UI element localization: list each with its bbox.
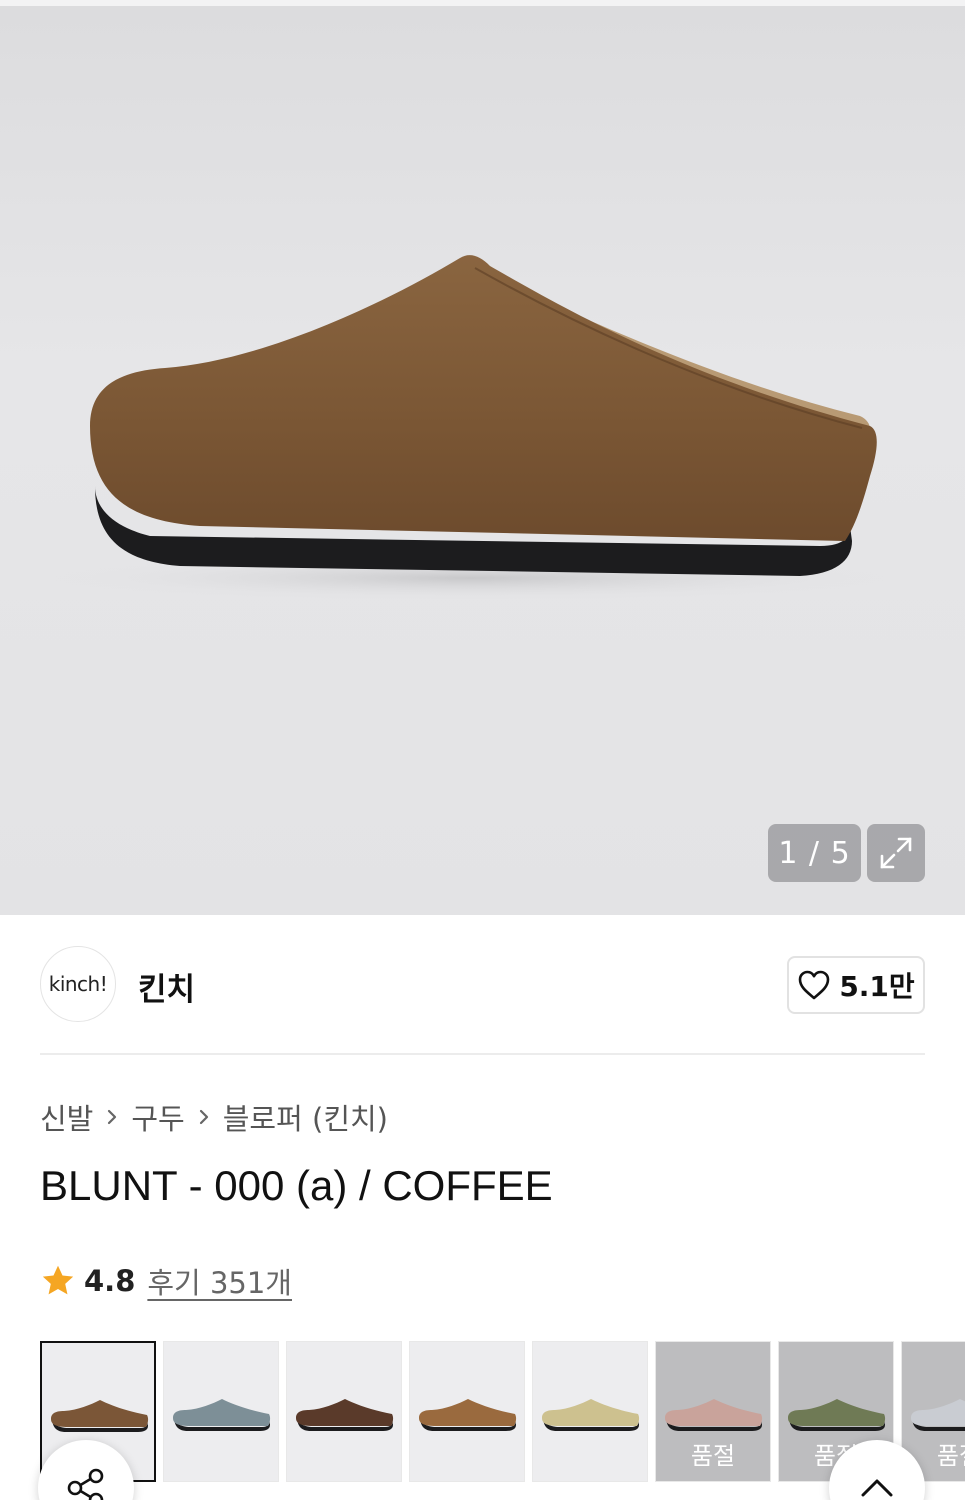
breadcrumb: 신발 구두 블로퍼 (킨치) bbox=[40, 1096, 388, 1138]
color-option-sand[interactable] bbox=[532, 1341, 648, 1482]
breadcrumb-item-3[interactable]: 블로퍼 (킨치) bbox=[223, 1096, 388, 1138]
image-counter: 1 / 5 bbox=[768, 824, 861, 882]
soldout-label: 품절 bbox=[690, 1442, 736, 1470]
breadcrumb-item-2[interactable]: 구두 bbox=[131, 1096, 184, 1138]
rating-score: 4.8 bbox=[84, 1264, 136, 1298]
expand-icon bbox=[880, 837, 912, 869]
share-icon bbox=[67, 1468, 104, 1500]
color-option-camel[interactable] bbox=[409, 1341, 525, 1482]
divider bbox=[40, 1053, 925, 1055]
product-page: 1 / 5 kinch! 킨치 5.1만 신발 구두 블로퍼 (킨치) BLUN… bbox=[0, 0, 965, 1500]
brand-row: kinch! 킨치 5.1만 bbox=[40, 946, 925, 1024]
product-image bbox=[50, 255, 890, 600]
color-option-pink[interactable]: 품절 bbox=[655, 1341, 771, 1482]
color-option-blue-grey[interactable] bbox=[163, 1341, 279, 1482]
color-option-dark-brown[interactable] bbox=[286, 1341, 402, 1482]
chevron-up-icon bbox=[861, 1479, 893, 1497]
color-option-image bbox=[296, 1399, 394, 1431]
color-option-image bbox=[542, 1399, 640, 1431]
color-options: 품절품절품절 bbox=[40, 1341, 965, 1483]
star-icon bbox=[42, 1265, 74, 1295]
product-image-gallery[interactable]: 1 / 5 bbox=[0, 0, 965, 915]
color-option-image bbox=[173, 1399, 271, 1431]
color-option-image bbox=[419, 1399, 517, 1431]
brand-logo[interactable]: kinch! bbox=[40, 946, 116, 1022]
like-count: 5.1만 bbox=[839, 970, 915, 1003]
color-option-image bbox=[51, 1400, 149, 1432]
expand-button[interactable] bbox=[867, 824, 925, 882]
rating: 4.8 후기 351개 bbox=[40, 1260, 292, 1302]
product-title: BLUNT - 000 (a) / COFFEE bbox=[40, 1162, 553, 1209]
heart-icon bbox=[799, 970, 830, 1000]
breadcrumb-item-1[interactable]: 신발 bbox=[40, 1096, 93, 1138]
chevron-right-icon bbox=[197, 1107, 211, 1127]
color-option-image bbox=[911, 1399, 965, 1431]
like-button[interactable]: 5.1만 bbox=[787, 956, 925, 1014]
color-option-image bbox=[665, 1399, 763, 1431]
chevron-right-icon bbox=[105, 1107, 119, 1127]
review-count-link[interactable]: 후기 351개 bbox=[147, 1260, 292, 1302]
brand-name[interactable]: 킨치 bbox=[138, 964, 195, 1009]
color-option-image bbox=[788, 1399, 886, 1431]
